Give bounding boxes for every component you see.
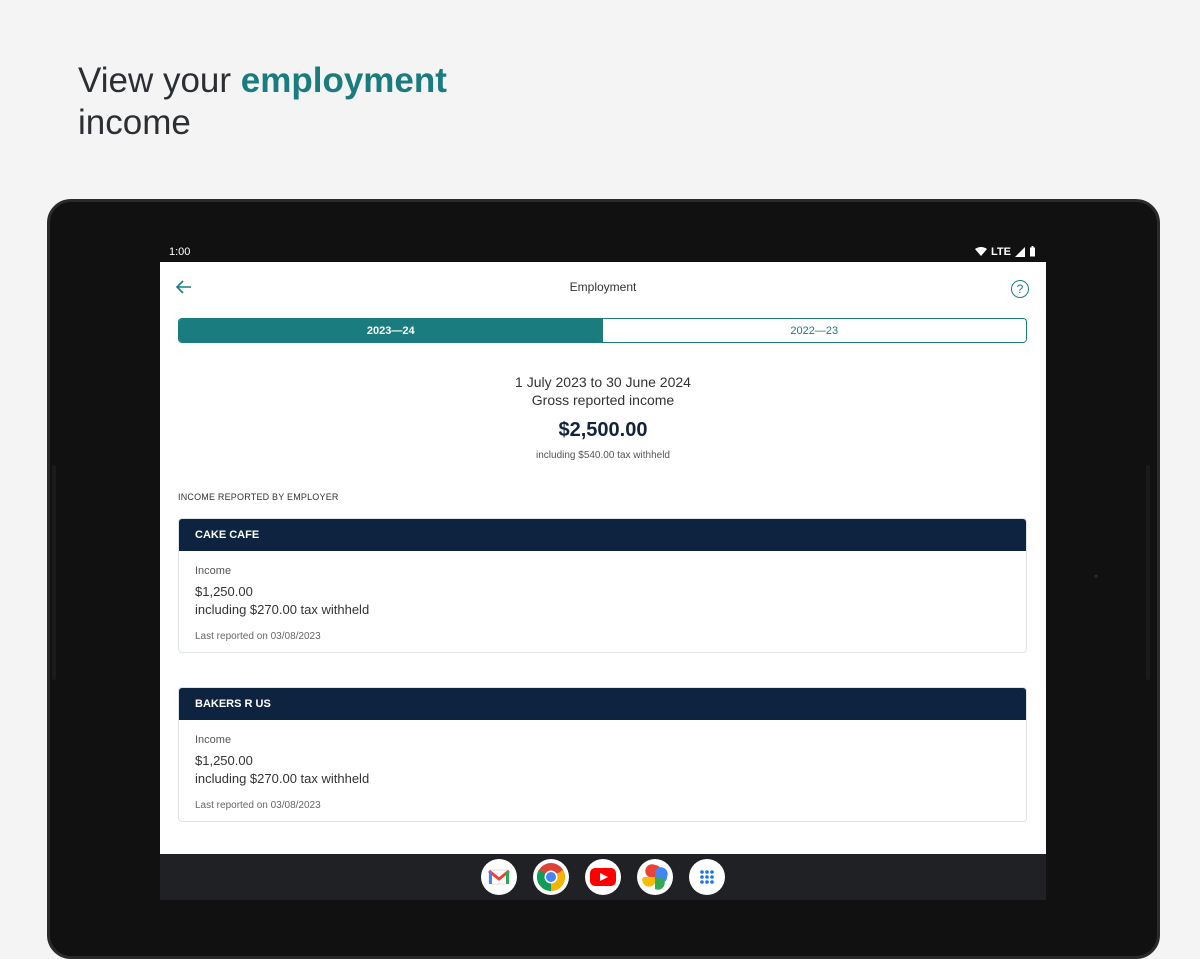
summary-period: 1 July 2023 to 30 June 2024: [515, 374, 691, 390]
signal-icon: [1015, 246, 1025, 257]
app-drawer-icon[interactable]: [689, 859, 725, 895]
section-heading: INCOME REPORTED BY EMPLOYER: [178, 492, 339, 502]
promo-heading: View your employment income: [78, 60, 447, 144]
employer-card-body: Income $1,250.00 including $270.00 tax w…: [179, 551, 1026, 652]
last-reported: Last reported on 03/08/2023: [195, 631, 321, 642]
income-summary: 1 July 2023 to 30 June 2024 Gross report…: [160, 373, 1046, 461]
promo-heading-accent: employment: [240, 61, 447, 100]
chrome-icon[interactable]: [533, 859, 569, 895]
promo-heading-part1: View your: [78, 61, 241, 100]
summary-withheld: including $540.00 tax withheld: [536, 450, 670, 461]
tax-withheld: including $270.00 tax withheld: [195, 602, 370, 617]
gmail-icon[interactable]: [481, 859, 517, 895]
income-label: Income: [195, 565, 232, 577]
network-type: LTE: [991, 245, 1011, 258]
status-time: 1:00: [169, 245, 191, 258]
photos-icon[interactable]: [637, 859, 673, 895]
battery-icon: [1030, 246, 1035, 257]
app-bar: Employment ?: [160, 262, 1046, 312]
income-label: Income: [195, 734, 232, 746]
tax-withheld: including $270.00 tax withheld: [195, 771, 370, 786]
year-segmented-control: 2023—24 2022—23: [178, 318, 1027, 343]
status-icons: LTE: [975, 246, 1036, 258]
promo-heading-part2: income: [78, 103, 191, 142]
status-bar: 1:00 LTE: [160, 241, 1046, 262]
employer-name: CAKE CAFE: [179, 519, 1026, 551]
employer-card-cake-cafe[interactable]: CAKE CAFE Income $1,250.00 including $27…: [178, 518, 1027, 653]
income-amount: $1,250.00: [195, 584, 253, 599]
employer-card-body: Income $1,250.00 including $270.00 tax w…: [179, 720, 1026, 821]
back-arrow-icon[interactable]: [176, 280, 192, 294]
employer-card-bakers-r-us[interactable]: BAKERS R US Income $1,250.00 including $…: [178, 687, 1027, 822]
last-reported: Last reported on 03/08/2023: [195, 800, 321, 811]
summary-amount: $2,500.00: [558, 419, 648, 441]
wifi-icon: [975, 246, 988, 256]
employer-name: BAKERS R US: [179, 688, 1026, 720]
summary-label: Gross reported income: [531, 392, 675, 408]
tab-2022-23[interactable]: 2022—23: [602, 319, 1026, 342]
help-icon[interactable]: ?: [1011, 280, 1029, 298]
device-screen: 1:00 LTE Employment ? 2023—24 2022—23 1 …: [160, 241, 1046, 900]
youtube-icon[interactable]: [585, 859, 621, 895]
app-dock: [160, 854, 1046, 900]
page-title: Employment: [569, 280, 637, 294]
tablet-side-button-right: [1146, 465, 1150, 680]
tab-2023-24[interactable]: 2023—24: [179, 319, 603, 342]
income-amount: $1,250.00: [195, 753, 253, 768]
camera-icon: ◦: [1094, 569, 1099, 583]
tablet-side-button-left: [52, 465, 56, 680]
